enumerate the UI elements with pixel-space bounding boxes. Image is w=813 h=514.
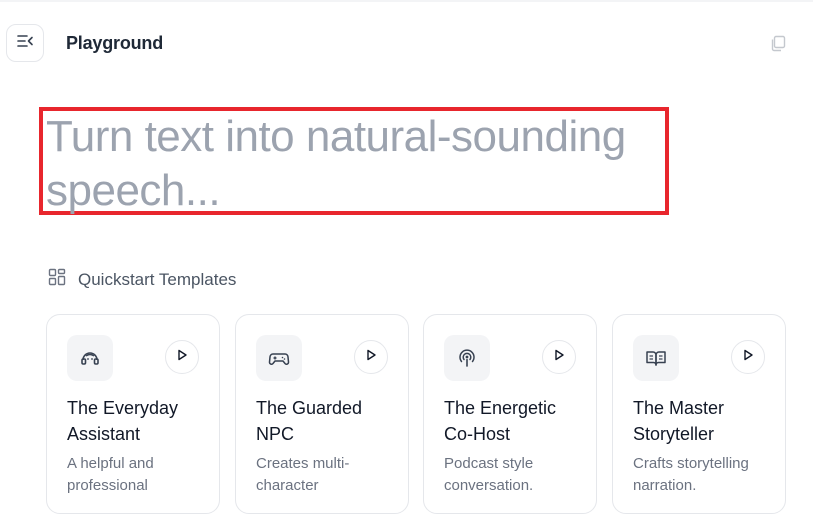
- card-description: Creates multi-character: [256, 455, 350, 494]
- quickstart-header: Quickstart Templates: [48, 268, 236, 291]
- template-card-master-storyteller[interactable]: The Master Storyteller Crafts storytelli…: [612, 314, 786, 514]
- play-icon: [553, 348, 565, 366]
- header: Playground: [0, 2, 813, 82]
- sidebar-toggle-button[interactable]: [6, 24, 44, 62]
- card-title: The Everyday Assistant: [67, 398, 179, 444]
- play-button[interactable]: [542, 340, 576, 374]
- template-card-everyday-assistant[interactable]: The Everyday Assistant A helpful and pro…: [46, 314, 220, 514]
- page-title: Playground: [66, 33, 164, 53]
- book-icon: [633, 335, 679, 381]
- card-description: Podcast style conversation.: [444, 455, 534, 494]
- card-description: Crafts storytelling narration.: [633, 455, 749, 494]
- play-button[interactable]: [354, 340, 388, 374]
- card-title: The Energetic Co-Host: [444, 398, 557, 444]
- card-title: The Guarded NPC: [256, 398, 363, 444]
- play-icon: [176, 348, 188, 366]
- podcast-icon: [444, 335, 490, 381]
- play-icon: [742, 348, 754, 366]
- grid-icon: [48, 268, 66, 291]
- play-button[interactable]: [731, 340, 765, 374]
- assistant-icon: [67, 335, 113, 381]
- prompt-input[interactable]: Turn text into natural-sounding speech..…: [46, 110, 686, 218]
- sidebar-toggle-icon: [16, 32, 34, 55]
- template-card-guarded-npc[interactable]: The Guarded NPC Creates multi-character: [235, 314, 409, 514]
- play-button[interactable]: [165, 340, 199, 374]
- template-card-energetic-co-host[interactable]: The Energetic Co-Host Podcast style conv…: [423, 314, 597, 514]
- copy-button[interactable]: [767, 34, 789, 56]
- card-description: A helpful and professional: [67, 455, 154, 494]
- card-title: The Master Storyteller: [633, 398, 725, 444]
- copy-icon: [769, 34, 787, 57]
- play-icon: [365, 348, 377, 366]
- gamepad-icon: [256, 335, 302, 381]
- section-title: Quickstart Templates: [78, 269, 237, 289]
